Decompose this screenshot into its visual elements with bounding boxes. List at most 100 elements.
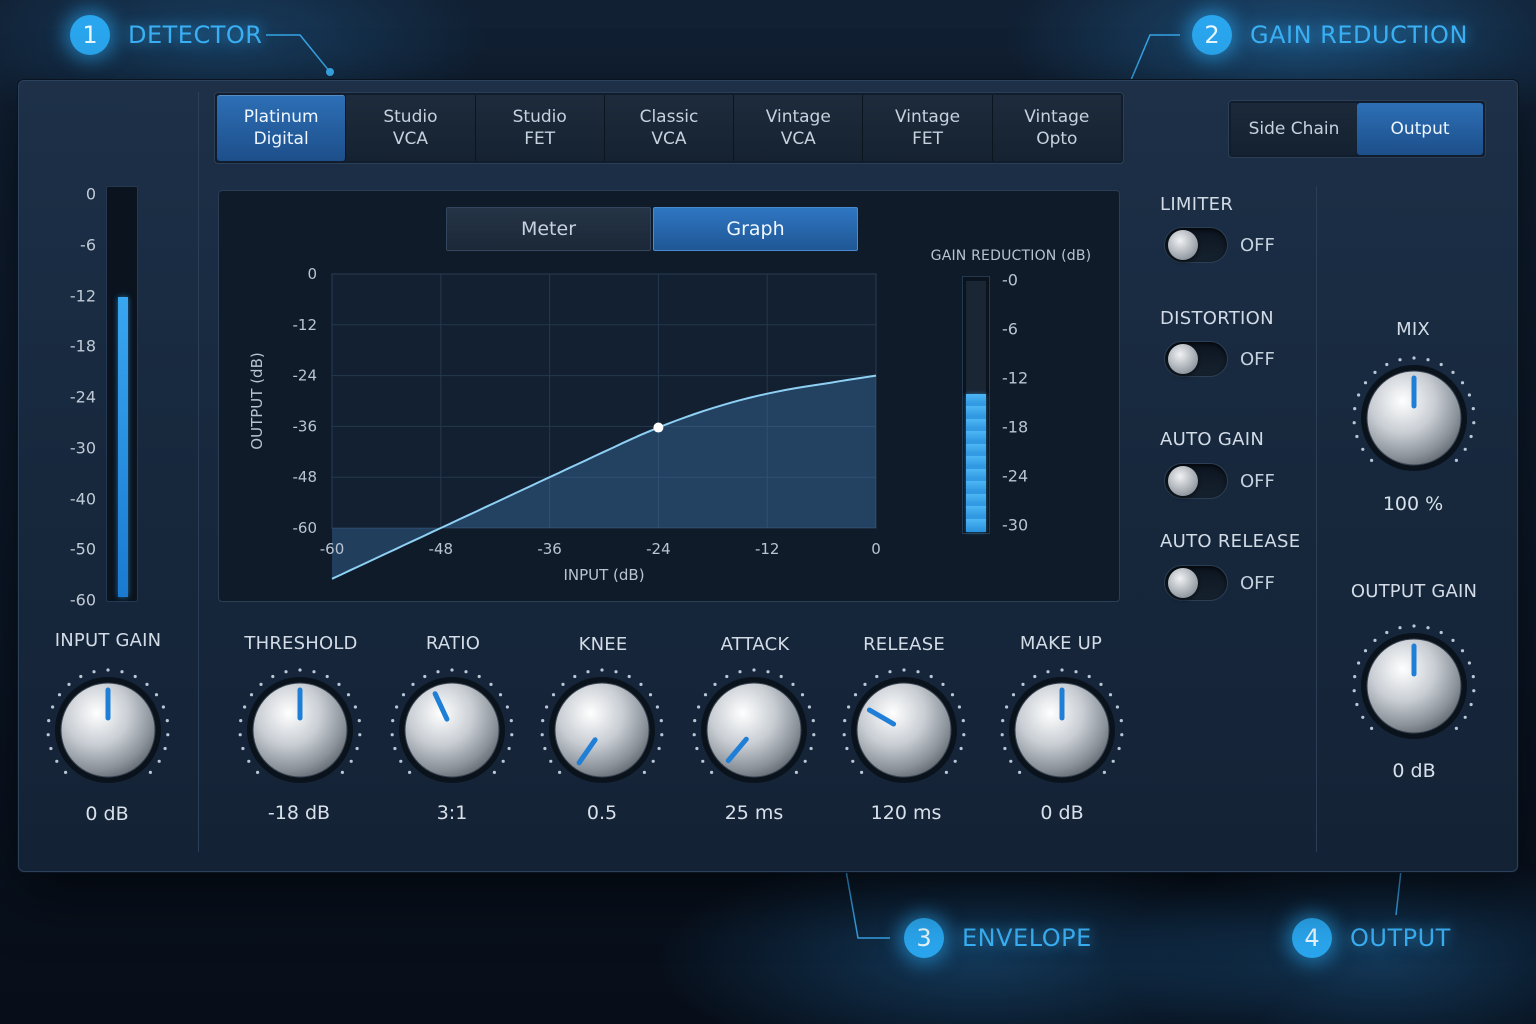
- knob-scale-dot: [657, 746, 661, 751]
- knob-scale-dot: [1115, 705, 1119, 709]
- knob-scale-dot: [1111, 759, 1115, 763]
- limiter-toggle[interactable]: [1164, 227, 1228, 263]
- knob-scale-dot: [1003, 746, 1007, 751]
- meter-scale-tick: -18: [69, 336, 96, 356]
- toggle-knob: [1168, 230, 1198, 260]
- tab-side-chain[interactable]: Side Chain: [1231, 103, 1357, 155]
- input-gain-knob[interactable]: [43, 665, 173, 795]
- knob-scale-dot: [1469, 434, 1473, 439]
- knob-scale-dot: [1119, 719, 1123, 723]
- knob-scale-dot: [325, 674, 329, 679]
- knob-scale-dot: [1370, 458, 1374, 462]
- knob-scale-dot: [1439, 630, 1443, 635]
- toggle-knob: [1168, 568, 1198, 598]
- knob-scale-dot: [120, 670, 124, 674]
- callout-gain-reduction: 2 GAIN REDUCTION: [1192, 15, 1468, 55]
- ratio-knob[interactable]: [387, 665, 517, 795]
- knob-scale-dot: [1460, 649, 1465, 653]
- auto-release-toggle[interactable]: [1164, 565, 1228, 601]
- tab-vintage-vca[interactable]: Vintage VCA: [734, 95, 864, 161]
- compressor-model-tabs: Platinum Digital Studio VCA Studio FET C…: [214, 92, 1124, 164]
- knob-scale-dot: [875, 674, 879, 679]
- knob-scale-dot: [1463, 447, 1467, 451]
- threshold-handle[interactable]: [653, 422, 664, 433]
- knob-scale-dot: [659, 719, 663, 723]
- knob-scale-dot: [259, 682, 263, 686]
- tab-classic-vca[interactable]: Classic VCA: [604, 95, 735, 161]
- knob-scale-dot: [510, 733, 514, 737]
- input-gain-label: INPUT GAIN: [54, 630, 162, 651]
- tab-platinum-digital[interactable]: Platinum Digital: [217, 95, 347, 161]
- knob-scale-dot: [549, 759, 553, 763]
- knob-scale-dot: [600, 668, 604, 672]
- gain-reduction-segment: [966, 356, 986, 369]
- knob-scale-dot: [639, 682, 643, 686]
- knob-scale-dot: [944, 770, 948, 774]
- knob-graphic: [540, 668, 664, 783]
- knob-scale-dot: [953, 759, 957, 763]
- knob-scale-dot: [809, 746, 813, 751]
- gain-reduction-tick: -18: [1002, 417, 1029, 437]
- knob-scale-dot: [163, 746, 167, 751]
- meter-view-button[interactable]: Meter: [446, 207, 651, 251]
- knob-scale-dot: [1357, 661, 1361, 665]
- meter-scale-tick: -40: [69, 489, 96, 508]
- knob-scale-dot: [545, 705, 549, 709]
- tab-studio-fet[interactable]: Studio FET: [475, 95, 605, 161]
- threshold-knob[interactable]: [235, 665, 365, 795]
- output-section-tabs: Side Chain Output: [1228, 100, 1486, 158]
- callout-envelope: 3 ENVELOPE: [904, 918, 1092, 958]
- knob-scale-dot: [247, 759, 251, 763]
- knob-scale-dot: [284, 670, 288, 674]
- meter-scale-tick: 0: [85, 184, 96, 204]
- knob-scale-dot: [1353, 675, 1357, 679]
- knob-scale-dot: [1357, 393, 1361, 397]
- tab-output[interactable]: Output: [1357, 103, 1483, 155]
- knob-scale-dot: [551, 693, 556, 697]
- knob-scale-dot: [1451, 370, 1455, 374]
- knob-scale-dot: [1463, 715, 1467, 719]
- gain-reduction-segment: [966, 493, 986, 507]
- knob-scale-dot: [357, 719, 361, 723]
- knob-scale-dot: [1363, 649, 1368, 653]
- knob-scale-dot: [298, 668, 302, 672]
- knob-scale-dot: [67, 682, 71, 686]
- release-knob[interactable]: [839, 665, 969, 795]
- meter-scale-tick: -24: [69, 387, 96, 407]
- knob-scale-dot: [710, 770, 714, 774]
- tab-studio-vca[interactable]: Studio VCA: [346, 95, 476, 161]
- knob-scale-dot: [1451, 638, 1455, 642]
- attack-knob[interactable]: [689, 665, 819, 795]
- toggle-knob: [1168, 466, 1198, 496]
- auto-gain-toggle[interactable]: [1164, 463, 1228, 499]
- knob-scale-dot: [1469, 702, 1473, 707]
- distortion-toggle[interactable]: [1164, 341, 1228, 377]
- output-gain-knob[interactable]: [1349, 621, 1479, 751]
- knob-scale-dot: [145, 682, 149, 686]
- distortion-label: DISTORTION: [1160, 308, 1274, 329]
- y-tick-label: -48: [293, 468, 318, 486]
- knob-scale-dot: [1074, 670, 1078, 674]
- knob-scale-dot: [540, 733, 544, 737]
- knob-scale-dot: [464, 670, 468, 674]
- knob-graphic: [1352, 624, 1476, 739]
- knob-scale-dot: [256, 770, 260, 774]
- graph-view-button[interactable]: Graph: [653, 207, 858, 251]
- tab-vintage-opto[interactable]: Vintage Opto: [992, 95, 1121, 161]
- knob-scale-dot: [358, 733, 362, 737]
- callout-output: 4 OUTPUT: [1292, 918, 1451, 958]
- knob-scale-dot: [811, 719, 815, 723]
- knee-knob[interactable]: [537, 665, 667, 795]
- make-up-knob[interactable]: [997, 665, 1127, 795]
- mix-knob[interactable]: [1349, 353, 1479, 483]
- y-tick-label: 0: [307, 265, 317, 283]
- knob-scale-dot: [1370, 726, 1374, 730]
- knob-scale-dot: [79, 674, 83, 679]
- tab-vintage-fet[interactable]: Vintage FET: [863, 95, 993, 161]
- release-value: 120 ms: [870, 802, 942, 824]
- gain-reduction-segment: [966, 481, 986, 494]
- x-tick-label: -12: [755, 540, 780, 558]
- gain-reduction-scale: -0 -6 -12 -18 -24 -30: [1002, 271, 1042, 535]
- threshold-label: THRESHOLD: [244, 633, 358, 654]
- knob-scale-dot: [1046, 670, 1050, 674]
